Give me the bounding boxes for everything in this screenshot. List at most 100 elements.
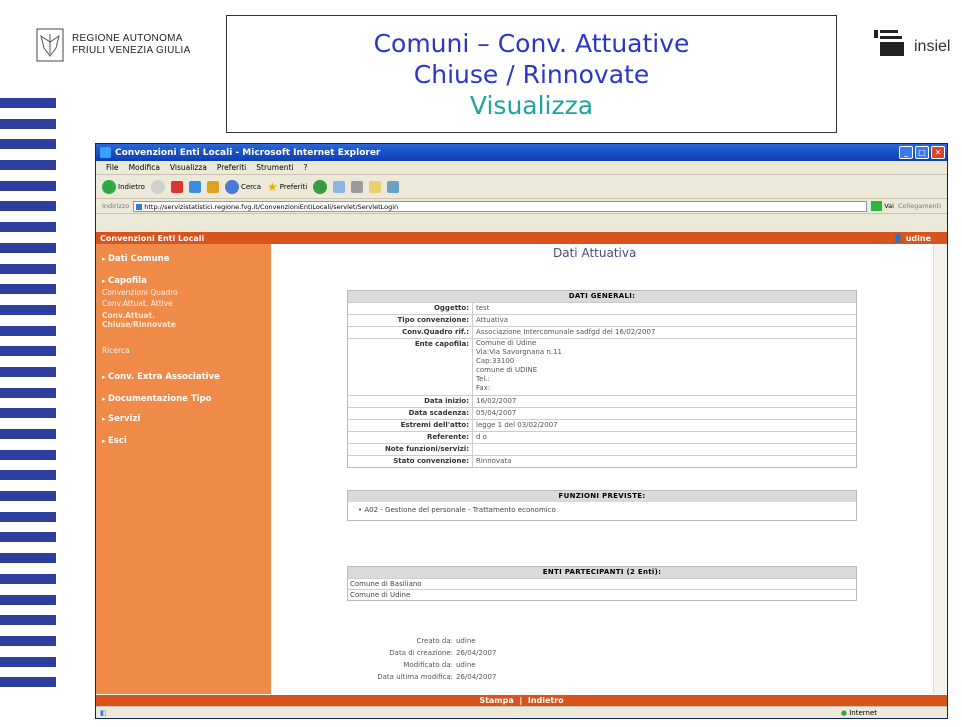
close-button[interactable]: ✕ — [931, 146, 945, 159]
nav-conv-quadro[interactable]: Convenzioni Quadro — [102, 288, 178, 297]
table-row: Data inizio: 16/02/2007 — [348, 395, 856, 407]
insiel-mark-icon — [874, 30, 904, 56]
row-label: Oggetto: — [348, 303, 473, 314]
stampa-link[interactable]: Stampa — [479, 696, 513, 705]
meta-label: Data di creazione: — [389, 649, 453, 657]
search-button[interactable]: Cerca — [224, 179, 261, 194]
history-icon[interactable] — [313, 179, 328, 194]
menu-help[interactable]: ? — [304, 163, 308, 172]
row-label: Ente capofila: — [348, 339, 473, 395]
address-label: Indirizzo — [102, 202, 130, 210]
messenger-icon[interactable] — [387, 180, 400, 193]
enti-table: ENTI PARTECIPANTI (2 Enti): Comune di Ba… — [347, 566, 857, 601]
browser-window: Convenzioni Enti Locali - Microsoft Inte… — [95, 143, 948, 719]
nav-esci[interactable]: Esci — [102, 436, 127, 446]
row-value: test — [476, 304, 490, 312]
meta-label: Data ultima modifica: — [377, 673, 453, 681]
menu-preferiti[interactable]: Preferiti — [217, 163, 246, 172]
nav-extra[interactable]: Conv. Extra Associative — [102, 372, 220, 382]
print-icon[interactable] — [351, 180, 364, 193]
nav-conv-chiuse[interactable]: Conv.Attuat. Chiuse/Rinnovate — [102, 311, 176, 329]
row-value — [473, 444, 476, 455]
meta-creato: Creato da: udine — [271, 637, 560, 645]
dati-generali-table: DATI GENERALI: Oggetto: test Tipo convenz… — [347, 290, 857, 468]
web-page: Convenzioni Enti Locali 👤 udine Dati Com… — [96, 232, 947, 708]
go-arrow-icon — [871, 201, 883, 211]
indietro-link[interactable]: Indietro — [528, 696, 564, 705]
back-arrow-icon — [102, 179, 116, 194]
maximize-button[interactable]: □ — [915, 146, 929, 159]
row-value: Associazione Intercomunale sadfgd del 16… — [476, 328, 656, 336]
forward-button[interactable] — [150, 179, 165, 194]
decorative-stripes — [0, 98, 56, 718]
mail-icon[interactable] — [333, 180, 346, 193]
address-input[interactable]: http://servizistatistici.regione.fvg.it/… — [133, 200, 868, 212]
table-row: Note funzioni/servizi: — [348, 443, 856, 455]
title-line-2: Chiuse / Rinnovate — [413, 60, 650, 89]
browser-toolbar: Indietro Cerca ★ Preferiti — [96, 175, 947, 199]
nav-conv-attive[interactable]: Conv.Attuat. Attive — [102, 299, 173, 308]
title-line-3: Visualizza — [469, 91, 594, 120]
row-label: Tipo convenzione: — [348, 315, 473, 326]
favorites-button[interactable]: ★ Preferiti — [267, 180, 307, 194]
nav-doc-tipo[interactable]: Documentazione Tipo — [102, 394, 212, 404]
nav-ricerca[interactable]: Ricerca — [102, 346, 130, 355]
table-row: Conv.Quadro rif.: Associazione Intercomun… — [348, 326, 856, 338]
user-label: 👤 udine — [892, 233, 931, 243]
meta-data-creazione: Data di creazione: 26/04/2007 — [271, 649, 560, 657]
eagle-seal-icon — [36, 28, 64, 62]
list-item: A02 - Gestione del personale - Trattamen… — [348, 502, 856, 520]
nav-capofila[interactable]: Capofila — [102, 276, 147, 286]
vertical-scrollbar[interactable] — [933, 244, 947, 694]
footer-separator: | — [519, 696, 523, 705]
minimize-button[interactable]: _ — [899, 146, 913, 159]
table-row: Tipo convenzione: Attuativa — [348, 314, 856, 326]
refresh-icon[interactable] — [188, 180, 201, 193]
nav-dati-comune[interactable]: Dati Comune — [102, 254, 170, 264]
meta-label: Modificato da: — [403, 661, 453, 669]
table-row: Estremi dell'atto: legge 1 del 03/02/2007 — [348, 419, 856, 431]
table-row: Data scadenza: 05/04/2007 — [348, 407, 856, 419]
row-label: Conv.Quadro rif.: — [348, 327, 473, 338]
region-logo: REGIONE AUTONOMA FRIULI VENEZIA GIULIA — [36, 28, 191, 62]
funzioni-header: FUNZIONI PREVISTE: — [348, 491, 856, 502]
links-label[interactable]: Collegamenti — [898, 202, 941, 210]
menu-file[interactable]: File — [106, 163, 119, 172]
go-button[interactable]: Vai — [871, 201, 894, 211]
slide-title: Comuni – Conv. Attuative Chiuse / Rinnov… — [226, 15, 837, 133]
title-line-1: Comuni – Conv. Attuative — [373, 29, 690, 58]
star-icon: ★ — [267, 179, 278, 194]
nav-servizi[interactable]: Servizi — [102, 414, 140, 424]
meta-modificato: Modificato da: udine — [271, 661, 560, 669]
window-title: Convenzioni Enti Locali - Microsoft Inte… — [115, 147, 381, 158]
meta-value: udine — [456, 637, 476, 645]
stop-icon[interactable] — [170, 180, 183, 193]
list-item: Comune di Udine — [348, 589, 856, 600]
nav-conv-chiuse-line2: Chiuse/Rinnovate — [102, 320, 176, 329]
app-header: Convenzioni Enti Locali 👤 udine — [96, 232, 947, 244]
app-title: Convenzioni Enti Locali — [100, 233, 205, 243]
row-value: legge 1 del 03/02/2007 — [476, 421, 558, 429]
window-titlebar: Convenzioni Enti Locali - Microsoft Inte… — [96, 144, 947, 161]
home-icon[interactable] — [206, 180, 219, 193]
enti-header: ENTI PARTECIPANTI (2 Enti): — [348, 567, 856, 578]
menu-modifica[interactable]: Modifica — [129, 163, 160, 172]
folder-icon[interactable] — [369, 180, 382, 193]
org-line-1: REGIONE AUTONOMA — [72, 33, 183, 44]
menu-bar: File Modifica Visualizza Preferiti Strum… — [96, 161, 947, 175]
row-value: d o — [476, 433, 487, 441]
funzioni-list: A02 - Gestione del personale - Trattamen… — [348, 502, 856, 520]
row-value: Attuativa — [476, 316, 509, 324]
table-row: Stato convenzione: Rinnovata — [348, 455, 856, 467]
address-bar: Indirizzo http://servizistatistici.regio… — [96, 199, 947, 214]
row-value: Comune di Udine Via:Via Savorgnana n.11 … — [476, 339, 562, 392]
org-line-2: FRIULI VENEZIA GIULIA — [72, 45, 191, 56]
nav-sidebar: Dati Comune Capofila Convenzioni Quadro … — [96, 244, 271, 694]
back-button[interactable]: Indietro — [102, 179, 145, 194]
meta-label: Creato da: — [416, 637, 453, 645]
insiel-logo: insiel — [874, 30, 950, 56]
funzioni-table: FUNZIONI PREVISTE: A02 - Gestione del pe… — [347, 490, 857, 521]
menu-strumenti[interactable]: Strumenti — [256, 163, 293, 172]
meta-value: 26/04/2007 — [456, 649, 497, 657]
menu-visualizza[interactable]: Visualizza — [170, 163, 207, 172]
